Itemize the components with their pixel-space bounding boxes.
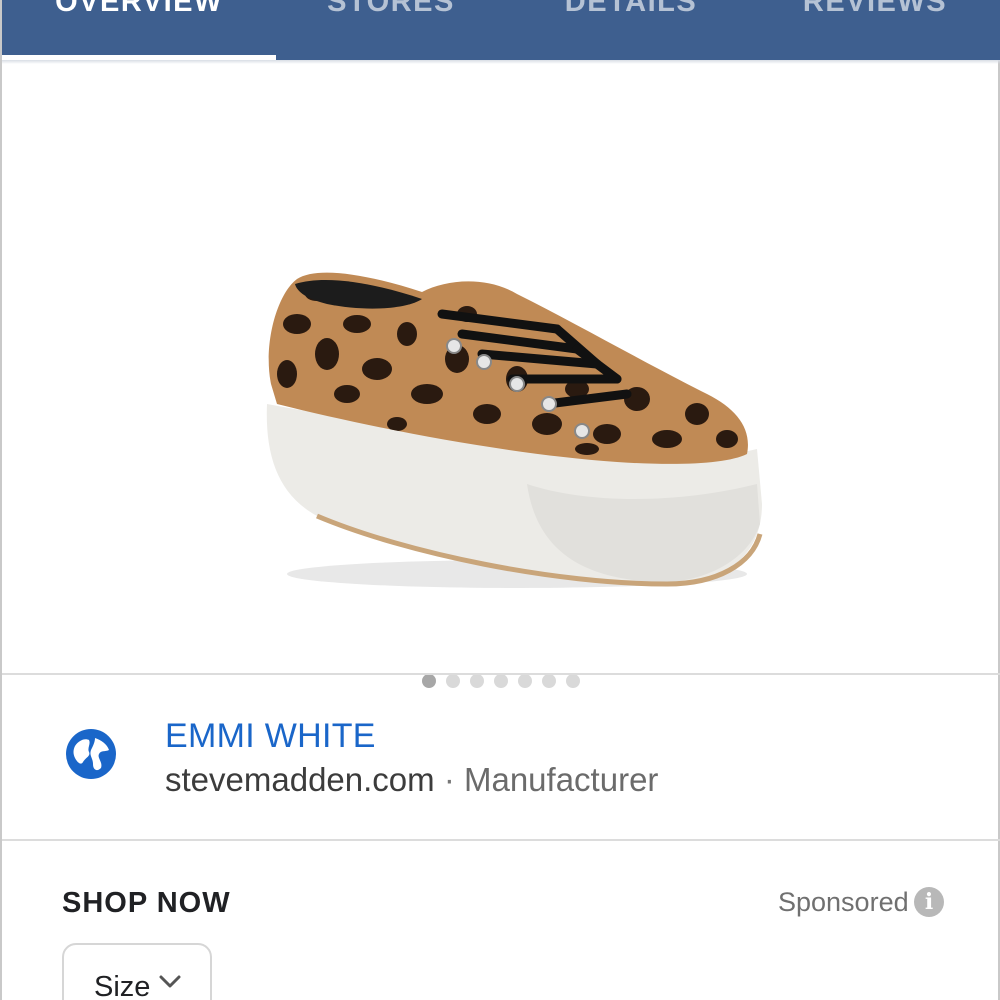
size-label: Size (94, 971, 151, 1000)
product-name-link[interactable]: EMMI WHITE (165, 717, 376, 756)
gallery-dot[interactable] (518, 674, 532, 688)
source-separator: · (443, 761, 455, 798)
source-role: Manufacturer (463, 761, 659, 798)
globe-icon (66, 729, 116, 779)
tab-details[interactable]: DETAILS (506, 0, 756, 40)
shop-now-heading: SHOP NOW (62, 887, 231, 919)
tab-bar: OVERVIEW STORES DETAILS REVIEWS (2, 0, 1000, 60)
app-frame: OVERVIEW STORES DETAILS REVIEWS EMMI WHI… (0, 0, 1000, 1000)
gallery-dot[interactable] (542, 674, 556, 688)
gallery-dot[interactable] (494, 674, 508, 688)
tab-overview[interactable]: OVERVIEW (14, 0, 264, 40)
size-dropdown-button[interactable]: Size (62, 943, 212, 1000)
gallery-dot[interactable] (446, 674, 460, 688)
gallery-dot[interactable] (422, 674, 436, 688)
product-image[interactable] (257, 254, 767, 594)
sponsored-label: Sponsored (778, 887, 909, 917)
gallery-dot[interactable] (566, 674, 580, 688)
info-icon[interactable]: i (914, 887, 944, 917)
source-line: stevemadden.com · Manufacturer (165, 761, 658, 799)
chevron-down-icon (159, 975, 181, 988)
tab-reviews[interactable]: REVIEWS (750, 0, 1000, 40)
tab-stores[interactable]: STORES (266, 0, 516, 40)
gallery-pagination-dots (422, 674, 580, 688)
source-domain[interactable]: stevemadden.com (165, 761, 435, 798)
product-image-gallery[interactable] (2, 64, 1000, 688)
gallery-dot[interactable] (470, 674, 484, 688)
divider (2, 839, 1000, 841)
divider (2, 673, 1000, 675)
